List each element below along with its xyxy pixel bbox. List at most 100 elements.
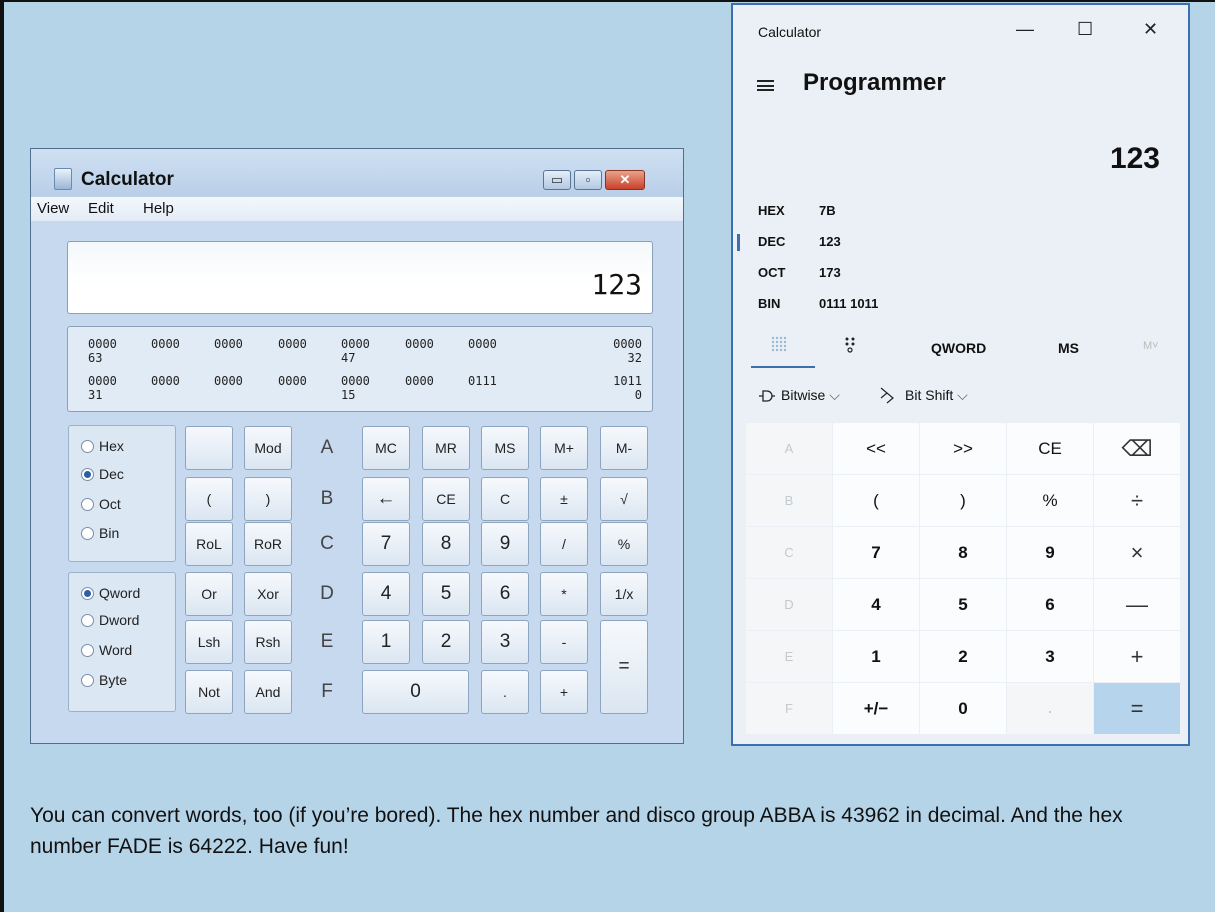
key-7[interactable]: 7 — [362, 522, 410, 566]
key-ror[interactable]: RoR — [244, 522, 292, 566]
key-symbol[interactable]: √ — [600, 477, 648, 521]
menu-view[interactable]: View — [37, 200, 69, 217]
key-1x[interactable]: 1/x — [600, 572, 648, 616]
key-6[interactable]: 6 — [481, 572, 529, 616]
key-e[interactable]: E — [746, 631, 832, 682]
key-symbol[interactable]: ( — [185, 477, 233, 521]
left-shift-key[interactable]: << — [833, 423, 919, 474]
key-1[interactable]: 1 — [833, 631, 919, 682]
key-symbol[interactable]: * — [540, 572, 588, 616]
key-4[interactable]: 4 — [362, 572, 410, 616]
radix-dec-label[interactable]: DEC — [758, 234, 785, 249]
radio-base-dec[interactable]: Dec — [81, 466, 124, 482]
key-8[interactable]: 8 — [422, 522, 470, 566]
bit-shift-dropdown[interactable]: Bit Shift ⌵ — [905, 387, 968, 404]
key-c[interactable]: C — [746, 527, 832, 578]
key-3[interactable]: 3 — [481, 620, 529, 664]
key-b[interactable]: B — [303, 477, 351, 521]
key-lsh[interactable]: Lsh — [185, 620, 233, 664]
key-symbol[interactable]: - — [540, 620, 588, 664]
key-6[interactable]: 6 — [1007, 579, 1093, 630]
key-m[interactable]: M- — [600, 426, 648, 470]
key-symbol[interactable]: + — [540, 670, 588, 714]
percent-key[interactable]: % — [1007, 475, 1093, 526]
key-3[interactable]: 3 — [1007, 631, 1093, 682]
key-f[interactable]: F — [303, 670, 351, 714]
key-f[interactable]: F — [746, 683, 832, 734]
radio-base-hex[interactable]: Hex — [81, 438, 124, 454]
right-shift-key[interactable]: >> — [920, 423, 1006, 474]
key-rol[interactable]: RoL — [185, 522, 233, 566]
key-or[interactable]: Or — [185, 572, 233, 616]
subtract-key[interactable]: — — [1094, 579, 1180, 630]
key-mc[interactable]: MC — [362, 426, 410, 470]
key-2[interactable]: 2 — [920, 631, 1006, 682]
radio-base-oct[interactable]: Oct — [81, 496, 121, 512]
memory-store-button[interactable]: MS — [1058, 340, 1079, 356]
equals-key[interactable]: = — [1094, 683, 1180, 734]
close-button[interactable]: ✕ — [1143, 19, 1158, 40]
radio-button[interactable] — [81, 613, 94, 627]
key-ms[interactable]: MS — [481, 426, 529, 470]
minimize-button[interactable]: — — [1016, 19, 1034, 40]
radio-button[interactable] — [81, 526, 94, 540]
radix-bin-label[interactable]: BIN — [758, 296, 780, 311]
key-4[interactable]: 4 — [833, 579, 919, 630]
decimal-key[interactable]: . — [1007, 683, 1093, 734]
key-xor[interactable]: Xor — [244, 572, 292, 616]
key-symbol[interactable]: ± — [540, 477, 588, 521]
radio-button[interactable] — [81, 673, 94, 687]
bit-toggle-keypad-icon[interactable] — [843, 336, 857, 354]
key-5[interactable]: 5 — [920, 579, 1006, 630]
equals-key[interactable]: = — [600, 620, 648, 714]
key-not[interactable]: Not — [185, 670, 233, 714]
close-paren-key[interactable]: ) — [920, 475, 1006, 526]
key-c[interactable]: C — [303, 522, 351, 566]
maximize-button[interactable]: ▫ — [574, 170, 602, 190]
key-e[interactable]: E — [303, 620, 351, 664]
key-9[interactable]: 9 — [481, 522, 529, 566]
key-symbol[interactable]: . — [481, 670, 529, 714]
backspace-key[interactable]: ← — [362, 477, 410, 521]
radio-button[interactable] — [81, 497, 94, 511]
key-5[interactable]: 5 — [422, 572, 470, 616]
maximize-button[interactable]: ☐ — [1077, 19, 1093, 40]
bitwise-dropdown[interactable]: Bitwise ⌵ — [781, 387, 840, 404]
key-ce[interactable]: CE — [1007, 423, 1093, 474]
radix-oct-label[interactable]: OCT — [758, 265, 785, 280]
backspace-key[interactable]: ⌫ — [1094, 423, 1180, 474]
key-symbol[interactable]: / — [540, 522, 588, 566]
key-c[interactable]: C — [481, 477, 529, 521]
radix-hex-label[interactable]: HEX — [758, 203, 785, 218]
key-0[interactable]: 0 — [362, 670, 469, 714]
radio-button[interactable] — [81, 467, 94, 481]
key-9[interactable]: 9 — [1007, 527, 1093, 578]
memory-view-button[interactable]: M˅ — [1143, 340, 1159, 352]
hamburger-menu-icon[interactable] — [757, 80, 774, 91]
radio-button[interactable] — [81, 643, 94, 657]
radio-button[interactable] — [81, 439, 94, 453]
key-d[interactable]: D — [303, 572, 351, 616]
radio-word-qword[interactable]: Qword — [81, 585, 140, 601]
key-d[interactable]: D — [746, 579, 832, 630]
key-ce[interactable]: CE — [422, 477, 470, 521]
key-symbol[interactable]: % — [600, 522, 648, 566]
key-and[interactable]: And — [244, 670, 292, 714]
key-b[interactable]: B — [746, 475, 832, 526]
key-8[interactable]: 8 — [920, 527, 1006, 578]
menu-edit[interactable]: Edit — [88, 200, 114, 217]
key-2[interactable]: 2 — [422, 620, 470, 664]
radio-word-byte[interactable]: Byte — [81, 672, 127, 688]
key-0[interactable]: 0 — [920, 683, 1006, 734]
open-paren-key[interactable]: ( — [833, 475, 919, 526]
key-7[interactable]: 7 — [833, 527, 919, 578]
key-m[interactable]: M+ — [540, 426, 588, 470]
divide-key[interactable]: ÷ — [1094, 475, 1180, 526]
radio-button[interactable] — [81, 586, 94, 600]
minimize-button[interactable]: ▭ — [543, 170, 571, 190]
key-1[interactable]: 1 — [362, 620, 410, 664]
key-mod[interactable]: Mod — [244, 426, 292, 470]
menu-help[interactable]: Help — [143, 200, 174, 217]
key-symbol[interactable]: ) — [244, 477, 292, 521]
close-button[interactable]: ✕ — [605, 170, 645, 190]
